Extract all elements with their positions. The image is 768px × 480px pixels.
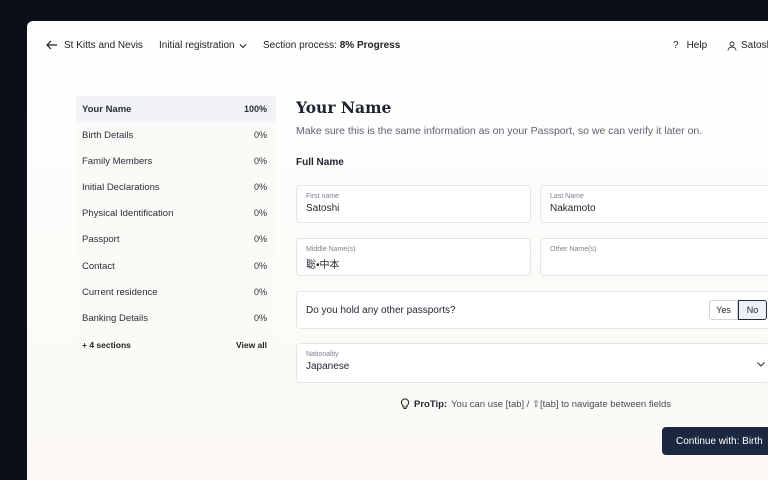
- sidebar-item-percent: 0%: [253, 234, 267, 244]
- user-icon: [727, 41, 737, 51]
- other-name-field[interactable]: Other Name(s): [540, 238, 768, 276]
- field-value: Nakamoto: [550, 203, 596, 214]
- sidebar-item-physical-identification[interactable]: Physical Identification 0%: [76, 200, 276, 226]
- page-subtitle: Make sure this is the same information a…: [296, 125, 703, 137]
- sidebar-item-initial-declarations[interactable]: Initial Declarations 0%: [76, 174, 276, 200]
- sidebar-item-percent: 100%: [243, 104, 267, 114]
- sidebar-item-family-members[interactable]: Family Members 0%: [76, 148, 276, 174]
- sidebar-item-label: Initial Declarations: [82, 181, 160, 193]
- field-value: Japanese: [306, 361, 350, 372]
- page-title: Your Name: [296, 98, 392, 117]
- sidebar-item-label: Family Members: [82, 155, 153, 167]
- sidebar-item-percent: 0%: [253, 261, 267, 271]
- sidebar-item-percent: 0%: [253, 182, 267, 192]
- progress-label: Section process:: [263, 40, 337, 51]
- help-button[interactable]: ? Help: [673, 40, 707, 51]
- continue-button[interactable]: Continue with: Birth: [662, 427, 768, 455]
- chevron-down-icon: [757, 362, 765, 367]
- sidebar-item-passport[interactable]: Passport 0%: [76, 226, 276, 252]
- protip-label: ProTip:: [414, 398, 448, 410]
- last-name-field[interactable]: Last Name Nakamoto: [540, 185, 768, 223]
- field-label: Nationality: [306, 351, 339, 358]
- no-button[interactable]: No: [738, 300, 767, 320]
- sidebar-item-label: Contact: [82, 260, 115, 272]
- sidebar-item-banking-details[interactable]: Banking Details 0%: [76, 305, 276, 331]
- field-label: Other Name(s): [550, 246, 597, 253]
- progress-value: 8% Progress: [339, 40, 401, 51]
- sidebar-item-label: Birth Details: [82, 129, 134, 141]
- top-bar: St Kitts and Nevis Initial registration …: [27, 21, 768, 71]
- sidebar-item-label: Passport: [82, 233, 120, 245]
- country-label: St Kitts and Nevis: [64, 39, 143, 51]
- first-name-field[interactable]: First name Satoshi: [296, 185, 531, 223]
- protip-text: You can use [tab] / ⇧[tab] to navigate b…: [451, 398, 672, 410]
- question-label: Do you hold any other passports?: [306, 304, 456, 316]
- nationality-select[interactable]: Nationality Japanese: [296, 343, 768, 383]
- sidebar-item-contact[interactable]: Contact 0%: [76, 253, 276, 279]
- sidebar-item-percent: 0%: [253, 208, 267, 218]
- more-sections-label: + 4 sections: [82, 340, 131, 350]
- field-label: Middle Name(s): [306, 246, 356, 253]
- sidebar-item-percent: 0%: [253, 287, 267, 297]
- user-menu[interactable]: Satoshi: [727, 40, 768, 51]
- question-icon: ?: [673, 40, 679, 51]
- help-label: Help: [686, 40, 708, 51]
- app-window: St Kitts and Nevis Initial registration …: [27, 21, 768, 480]
- field-label: Last Name: [550, 193, 584, 200]
- sidebar-item-label: Your Name: [82, 103, 132, 115]
- chevron-down-icon: [239, 43, 246, 48]
- sidebar-item-percent: 0%: [253, 313, 267, 323]
- yes-no-toggle: Yes No: [709, 300, 767, 320]
- sidebar-item-current-residence[interactable]: Current residence 0%: [76, 279, 276, 305]
- field-value: 聡•中本: [306, 260, 340, 271]
- back-button[interactable]: St Kitts and Nevis: [46, 39, 143, 51]
- sidebar-item-your-name[interactable]: Your Name 100%: [76, 96, 276, 122]
- yes-button[interactable]: Yes: [709, 300, 738, 320]
- field-value: Satoshi: [306, 203, 340, 214]
- arrow-left-icon: [46, 40, 57, 50]
- protip: ProTip: You can use [tab] / ⇧[tab] to na…: [400, 398, 671, 410]
- view-all-link[interactable]: View all: [236, 340, 267, 350]
- sidebar-more-row: + 4 sections View all: [76, 335, 276, 355]
- sidebar-item-birth-details[interactable]: Birth Details 0%: [76, 122, 276, 148]
- section-sidebar: Your Name 100% Birth Details 0% Family M…: [76, 95, 276, 383]
- sidebar-item-percent: 0%: [253, 156, 267, 166]
- sidebar-item-percent: 0%: [253, 130, 267, 140]
- lightbulb-icon: [400, 398, 410, 409]
- middle-name-field[interactable]: Middle Name(s) 聡•中本: [296, 238, 531, 276]
- other-passports-question: Do you hold any other passports?: [296, 291, 768, 329]
- sidebar-item-label: Current residence: [82, 286, 158, 298]
- registration-label: Initial registration: [159, 40, 235, 51]
- sidebar-item-label: Physical Identification: [82, 207, 174, 219]
- sidebar-item-label: Banking Details: [82, 312, 149, 324]
- full-name-heading: Full Name: [296, 157, 344, 168]
- field-label: First name: [306, 193, 340, 200]
- section-progress: Section process: 8% Progress: [263, 40, 400, 51]
- registration-dropdown[interactable]: Initial registration: [159, 40, 247, 51]
- user-name: Satoshi: [741, 40, 768, 51]
